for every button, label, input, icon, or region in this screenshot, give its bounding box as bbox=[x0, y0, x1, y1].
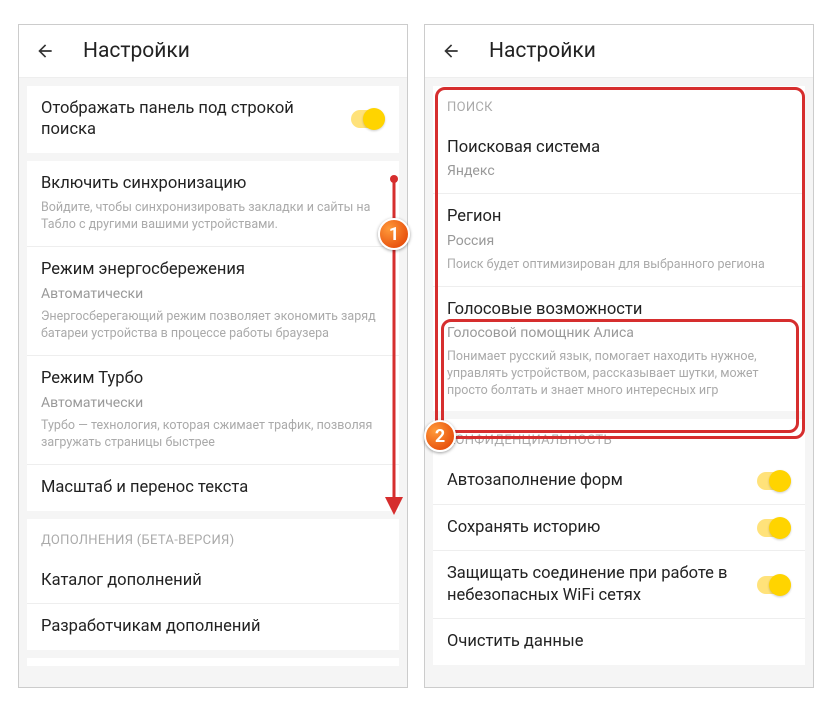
header-title: Настройки bbox=[489, 39, 596, 63]
row-engine[interactable]: Поисковая система Яндекс bbox=[433, 125, 805, 194]
sync-title: Включить синхронизацию bbox=[41, 173, 385, 194]
addons-dev-title: Разработчикам дополнений bbox=[41, 616, 385, 637]
turbo-note: Турбо — технология, которая сжимает траф… bbox=[41, 418, 385, 452]
autofill-title: Автозаполнение форм bbox=[447, 470, 757, 491]
back-arrow-icon[interactable] bbox=[35, 41, 55, 61]
engine-sub: Яндекс bbox=[447, 162, 791, 181]
voice-note: Понимает русский язык, помогает находить… bbox=[447, 349, 791, 400]
row-wifi[interactable]: Защищать соединение при работе в небезоп… bbox=[433, 551, 805, 619]
card-addons: ДОПОЛНЕНИЯ (БЕТА-ВЕРСИЯ) Каталог дополне… bbox=[27, 519, 399, 650]
toggle-icon[interactable] bbox=[351, 110, 385, 128]
sync-note: Войдите, чтобы синхронизировать закладки… bbox=[41, 200, 385, 234]
back-arrow-icon[interactable] bbox=[441, 41, 461, 61]
row-power[interactable]: Режим энергосбережения Автоматически Эне… bbox=[27, 247, 399, 356]
turbo-sub: Автоматически bbox=[41, 394, 385, 413]
power-sub: Автоматически bbox=[41, 285, 385, 304]
engine-title: Поисковая система bbox=[447, 137, 791, 158]
toggle-icon[interactable] bbox=[757, 519, 791, 537]
voice-sub: Голосовой помощник Алиса bbox=[447, 324, 791, 343]
toggle-icon[interactable] bbox=[757, 472, 791, 490]
power-note: Энергосберегающий режим позволяет эконом… bbox=[41, 309, 385, 343]
header-title: Настройки bbox=[83, 39, 190, 63]
card-peek bbox=[27, 658, 399, 666]
card-main: Включить синхронизацию Войдите, чтобы си… bbox=[27, 161, 399, 511]
addons-catalog-title: Каталог дополнений bbox=[41, 570, 385, 591]
row-history[interactable]: Сохранять историю bbox=[433, 505, 805, 551]
region-note: Поиск будет оптимизирован для выбранного… bbox=[447, 257, 791, 274]
panel-toggle-label: Отображать панель под строкой поиска bbox=[41, 98, 351, 141]
row-addons-catalog[interactable]: Каталог дополнений bbox=[27, 558, 399, 604]
screen-right: Настройки ПОИСК Поисковая система Яндекс… bbox=[424, 24, 814, 688]
turbo-title: Режим Турбо bbox=[41, 368, 385, 389]
row-autofill[interactable]: Автозаполнение форм bbox=[433, 458, 805, 504]
region-title: Регион bbox=[447, 206, 791, 227]
row-scale[interactable]: Масштаб и перенос текста bbox=[27, 465, 399, 510]
search-header: ПОИСК bbox=[433, 86, 805, 125]
toggle-icon[interactable] bbox=[757, 576, 791, 594]
screen-left: Настройки Отображать панель под строкой … bbox=[18, 24, 408, 688]
scale-title: Масштаб и перенос текста bbox=[41, 477, 385, 498]
clear-title: Очистить данные bbox=[447, 631, 791, 652]
row-voice[interactable]: Голосовые возможности Голосовой помощник… bbox=[433, 287, 805, 412]
voice-title: Голосовые возможности bbox=[447, 299, 791, 320]
card-search: ПОИСК Поисковая система Яндекс Регион Ро… bbox=[433, 86, 805, 411]
row-addons-dev[interactable]: Разработчикам дополнений bbox=[27, 604, 399, 649]
power-title: Режим энергосбережения bbox=[41, 259, 385, 280]
addons-header: ДОПОЛНЕНИЯ (БЕТА-ВЕРСИЯ) bbox=[27, 519, 399, 558]
row-sync[interactable]: Включить синхронизацию Войдите, чтобы си… bbox=[27, 161, 399, 247]
header-left: Настройки bbox=[19, 25, 407, 78]
wifi-title: Защищать соединение при работе в небезоп… bbox=[447, 563, 757, 606]
region-sub: Россия bbox=[447, 232, 791, 251]
header-right: Настройки bbox=[425, 25, 813, 78]
card-panel-toggle: Отображать панель под строкой поиска bbox=[27, 86, 399, 153]
card-privacy: КОНФИДЕНЦИАЛЬНОСТЬ Автозаполнение форм С… bbox=[433, 419, 805, 664]
row-panel-toggle[interactable]: Отображать панель под строкой поиска bbox=[27, 86, 399, 153]
row-turbo[interactable]: Режим Турбо Автоматически Турбо — технол… bbox=[27, 356, 399, 465]
history-title: Сохранять историю bbox=[447, 517, 757, 538]
row-region[interactable]: Регион Россия Поиск будет оптимизирован … bbox=[433, 194, 805, 286]
row-clear[interactable]: Очистить данные bbox=[433, 619, 805, 664]
privacy-header: КОНФИДЕНЦИАЛЬНОСТЬ bbox=[433, 419, 805, 458]
